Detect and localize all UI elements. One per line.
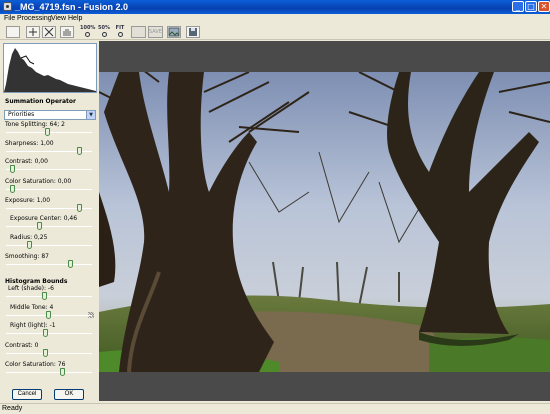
zoom-icon bbox=[84, 32, 90, 37]
zoom-100-label: 100% bbox=[80, 25, 96, 31]
maximize-button[interactable]: □ bbox=[525, 1, 537, 12]
bounds-slider-track[interactable] bbox=[6, 353, 92, 354]
menu-bar: File Processing View Help bbox=[0, 14, 550, 24]
zoom-100-button[interactable]: 100% bbox=[80, 25, 96, 38]
open-button[interactable] bbox=[6, 26, 20, 38]
bounds-slider-label: Color Saturation: 76 bbox=[5, 361, 66, 368]
slider-track[interactable] bbox=[6, 226, 92, 227]
hand-tool-button[interactable] bbox=[60, 26, 74, 38]
floppy-icon bbox=[189, 28, 197, 36]
menu-help[interactable]: Help bbox=[68, 14, 82, 24]
slider-track[interactable] bbox=[6, 245, 92, 246]
slider-thumb[interactable] bbox=[77, 204, 83, 212]
slider-thumb[interactable] bbox=[36, 222, 42, 230]
preview-photo bbox=[99, 72, 550, 372]
image-canvas[interactable] bbox=[99, 41, 550, 401]
operator-value: Priorities bbox=[8, 111, 35, 118]
add-icon bbox=[29, 28, 37, 36]
close-button[interactable]: ✕ bbox=[538, 1, 550, 12]
histogram bbox=[3, 43, 97, 93]
chevron-down-icon[interactable]: ▼ bbox=[86, 111, 95, 119]
bounds-slider-label: Left (shade): -6 bbox=[8, 285, 54, 292]
slider-label: Sharpness: 1,00 bbox=[5, 140, 54, 147]
slider-track[interactable] bbox=[6, 169, 92, 170]
bounds-slider-thumb[interactable] bbox=[43, 329, 49, 337]
title-bar: _MG_4719.fsn - Fusion 2.0 _ □ ✕ bbox=[0, 0, 550, 14]
zoom-50-button[interactable]: 50% bbox=[97, 26, 111, 38]
save-button[interactable] bbox=[186, 26, 200, 38]
menu-processing[interactable]: Processing bbox=[17, 14, 52, 24]
slider-track[interactable] bbox=[6, 264, 92, 265]
window-title: _MG_4719.fsn - Fusion 2.0 bbox=[15, 2, 129, 12]
slider-thumb[interactable] bbox=[77, 147, 83, 155]
save-image-button[interactable]: SAVE bbox=[148, 26, 163, 38]
compare-button[interactable] bbox=[131, 26, 146, 38]
image-icon bbox=[168, 27, 180, 37]
bounds-slider-label: Right (light): -1 bbox=[10, 322, 56, 329]
save-label: SAVE bbox=[149, 29, 162, 35]
histogram-bounds-title: Histogram Bounds bbox=[5, 278, 68, 285]
operator-select[interactable]: Priorities ▼ bbox=[4, 110, 96, 120]
slider-label: Exposure Center: 0,46 bbox=[10, 215, 78, 222]
bounds-slider-label: Middle Tone: 4 bbox=[10, 304, 54, 311]
preview-image[interactable] bbox=[99, 72, 550, 372]
zoom-50-label: 50% bbox=[98, 25, 110, 31]
control-panel: Summation Operator Priorities ▼ Tone Spl… bbox=[2, 41, 98, 401]
add-image-button[interactable] bbox=[26, 26, 40, 38]
bounds-slider-track[interactable] bbox=[6, 333, 92, 334]
ok-button[interactable]: OK bbox=[54, 389, 84, 400]
histogram-plot bbox=[4, 48, 96, 92]
zoom-icon bbox=[117, 32, 123, 37]
slider-thumb[interactable] bbox=[10, 185, 16, 193]
menu-file[interactable]: File bbox=[4, 14, 15, 24]
menu-view[interactable]: View bbox=[51, 14, 66, 24]
hand-icon bbox=[63, 29, 71, 36]
slider-thumb[interactable] bbox=[10, 165, 16, 173]
batch-button[interactable] bbox=[167, 26, 181, 38]
bounds-slider-track[interactable] bbox=[6, 296, 92, 297]
zoom-fit-label: FIT bbox=[115, 25, 125, 31]
remove-icon bbox=[44, 27, 54, 37]
slider-thumb[interactable] bbox=[27, 241, 33, 249]
slider-label: Exposure: 1,00 bbox=[5, 197, 51, 204]
status-text: Ready bbox=[2, 405, 23, 412]
toolbar: 100% 50% FIT SAVE bbox=[0, 24, 550, 40]
app-icon[interactable] bbox=[3, 2, 12, 11]
bounds-slider-track[interactable] bbox=[6, 372, 92, 373]
remove-image-button[interactable] bbox=[42, 26, 56, 38]
slider-track[interactable] bbox=[6, 189, 92, 190]
bounds-slider-thumb[interactable] bbox=[60, 368, 66, 376]
slider-label: Smoothing: 87 bbox=[5, 253, 49, 260]
slider-label: Contrast: 0,00 bbox=[5, 158, 48, 165]
slider-thumb[interactable] bbox=[68, 260, 74, 268]
panel-title: Summation Operator bbox=[5, 98, 76, 105]
slider-label: Tone Splitting: 64; 2 bbox=[5, 121, 65, 128]
bounds-slider-thumb[interactable] bbox=[43, 349, 49, 357]
bounds-slider-thumb[interactable] bbox=[41, 292, 47, 300]
zoom-fit-button[interactable]: FIT bbox=[113, 26, 127, 38]
minimize-button[interactable]: _ bbox=[512, 1, 524, 12]
bounds-slider-label: Contrast: 0 bbox=[5, 342, 39, 349]
slider-thumb[interactable] bbox=[44, 128, 50, 136]
status-bar: Ready bbox=[0, 403, 550, 414]
slider-label: Radius: 0,25 bbox=[10, 234, 48, 241]
zoom-icon bbox=[101, 32, 107, 37]
cancel-button[interactable]: Cancel bbox=[12, 389, 42, 400]
bounds-slider-thumb[interactable] bbox=[45, 311, 51, 319]
slider-label: Color Saturation: 0,00 bbox=[5, 178, 72, 185]
